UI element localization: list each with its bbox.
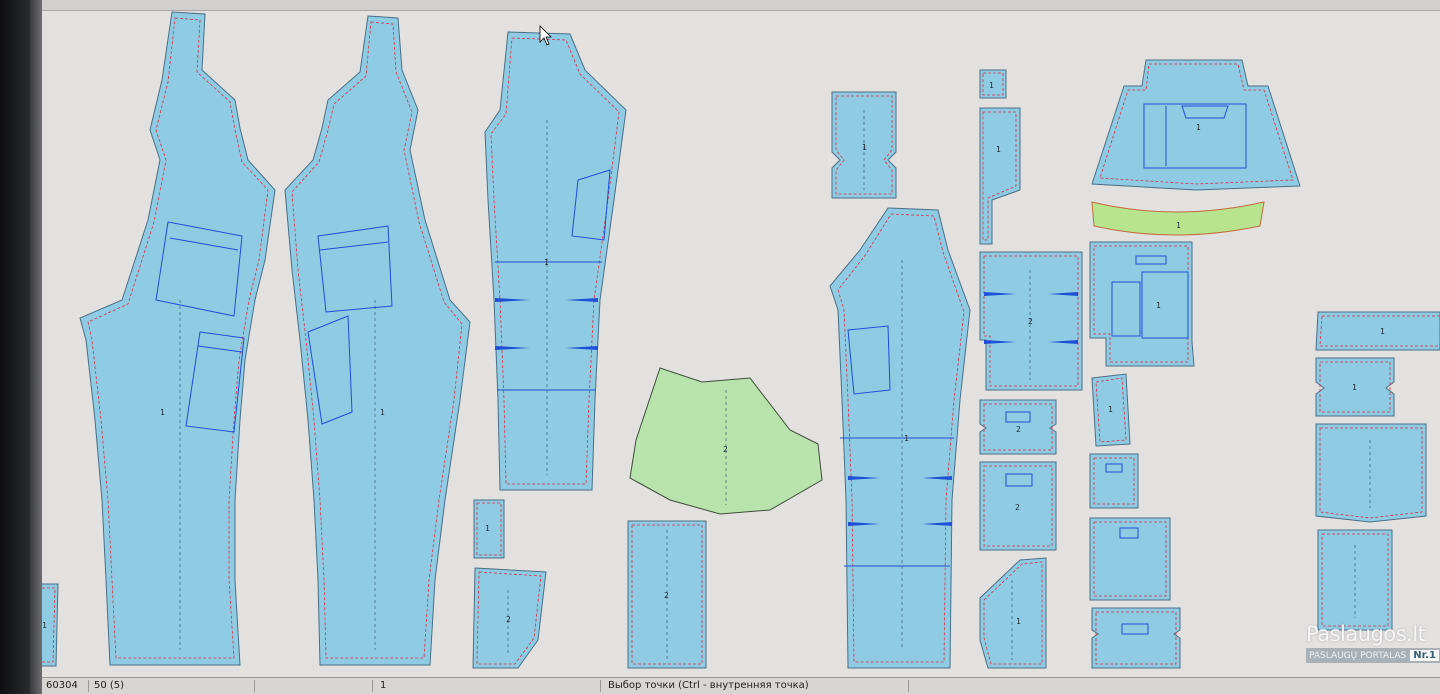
piece-label: 1 xyxy=(1176,221,1181,230)
piece-label: 1 xyxy=(862,143,867,152)
watermark-tagline: PASLAUGŲ PORTALAS xyxy=(1309,650,1407,661)
status-hint: Выбор точки (Ctrl - внутренняя точка) xyxy=(604,680,909,692)
piece-label: 1 xyxy=(1196,123,1201,132)
piece-label: 2 xyxy=(723,445,728,454)
pattern-piece-small-rect[interactable]: 1 xyxy=(473,499,505,559)
piece-label: 2 xyxy=(506,615,511,624)
pattern-piece-skirt-green[interactable]: 2 xyxy=(629,367,823,515)
piece-label: 2 xyxy=(664,591,669,600)
piece-label: 2 xyxy=(1028,317,1033,326)
watermark: Paslaugos.lt PASLAUGŲ PORTALAS Nr.1 xyxy=(1306,622,1440,672)
pattern-piece-right-bottom[interactable] xyxy=(1317,529,1393,631)
piece-label: 1 xyxy=(1380,327,1385,336)
status-empty-cell xyxy=(258,680,373,692)
pattern-piece-notched-rect[interactable]: 1 xyxy=(831,91,897,199)
pattern-piece-small-tab[interactable]: 1 xyxy=(1091,373,1131,447)
piece-label: 1 xyxy=(996,145,1001,154)
status-count: 1 xyxy=(376,680,601,692)
cad-canvas[interactable]: 1 1 1 1 1 2 2 2 1 1 1 1 1 1 2 2 2 1 1 1 … xyxy=(30,0,1440,694)
pattern-piece-front-right[interactable]: 1 xyxy=(284,15,471,666)
pattern-piece-hood[interactable]: 1 xyxy=(1091,59,1301,191)
pattern-piece-double-pocket[interactable]: 1 xyxy=(1089,241,1195,367)
piece-label: 1 xyxy=(1156,301,1161,310)
pattern-piece-pocket-big[interactable]: 2 xyxy=(979,251,1083,391)
pattern-piece-right-notched[interactable]: 1 xyxy=(1315,357,1395,417)
piece-label: 1 xyxy=(485,524,490,533)
watermark-badge: Nr.1 xyxy=(1410,650,1439,661)
watermark-brand: Paslaugos.lt xyxy=(1306,622,1426,646)
pattern-piece-back-trouser[interactable]: 1 xyxy=(484,31,627,491)
pattern-piece-right-band[interactable]: 1 xyxy=(1315,311,1440,351)
status-bar: 60304 50 (5) 1 Выбор точки (Ctrl - внутр… xyxy=(42,677,1440,694)
pattern-piece-right-big[interactable] xyxy=(1315,423,1427,523)
piece-label: 1 xyxy=(1108,405,1113,414)
piece-label: 1 xyxy=(544,258,549,267)
pattern-layout[interactable]: 1 1 1 1 1 2 2 2 1 1 1 1 1 1 2 2 2 1 1 1 … xyxy=(30,0,1440,694)
pattern-piece-top-small-square[interactable]: 1 xyxy=(979,69,1007,99)
watermark-tagline-row: PASLAUGŲ PORTALAS Nr.1 xyxy=(1306,648,1440,663)
piece-label: 1 xyxy=(1016,617,1021,626)
pattern-piece-pocket-med[interactable]: 2 xyxy=(979,399,1057,455)
pattern-piece-front-left[interactable]: 1 xyxy=(79,11,276,666)
pattern-piece-yellow-band[interactable]: 1 xyxy=(1091,201,1265,236)
piece-label: 2 xyxy=(1016,425,1021,434)
pattern-piece-angled-pocket[interactable]: 2 xyxy=(472,567,547,669)
status-empty-cell xyxy=(912,680,1336,692)
piece-label: 1 xyxy=(160,408,165,417)
piece-label: 1 xyxy=(904,434,909,443)
status-scale: 50 (5) xyxy=(90,680,255,692)
pattern-piece-diamond-square[interactable] xyxy=(1089,453,1139,509)
monitor-bezel xyxy=(0,0,30,694)
pattern-piece-tall-rect[interactable]: 2 xyxy=(627,520,707,669)
status-code: 60304 xyxy=(42,680,89,692)
piece-label: 1 xyxy=(42,621,47,630)
piece-label: 2 xyxy=(1015,503,1020,512)
inner-bezel xyxy=(30,0,42,694)
pattern-piece-pocket-angled[interactable]: 1 xyxy=(979,557,1047,669)
piece-label: 1 xyxy=(989,81,994,90)
pattern-piece-notched-pocket[interactable] xyxy=(1091,607,1181,669)
pattern-piece-pocket-right[interactable] xyxy=(1089,517,1171,601)
pattern-piece-pocket-sq[interactable]: 2 xyxy=(979,461,1057,551)
piece-label: 1 xyxy=(1352,383,1357,392)
piece-label: 1 xyxy=(380,408,385,417)
pattern-piece-tall-leg[interactable]: 1 xyxy=(829,207,971,669)
pattern-piece-top-strip[interactable]: 1 xyxy=(979,107,1021,245)
